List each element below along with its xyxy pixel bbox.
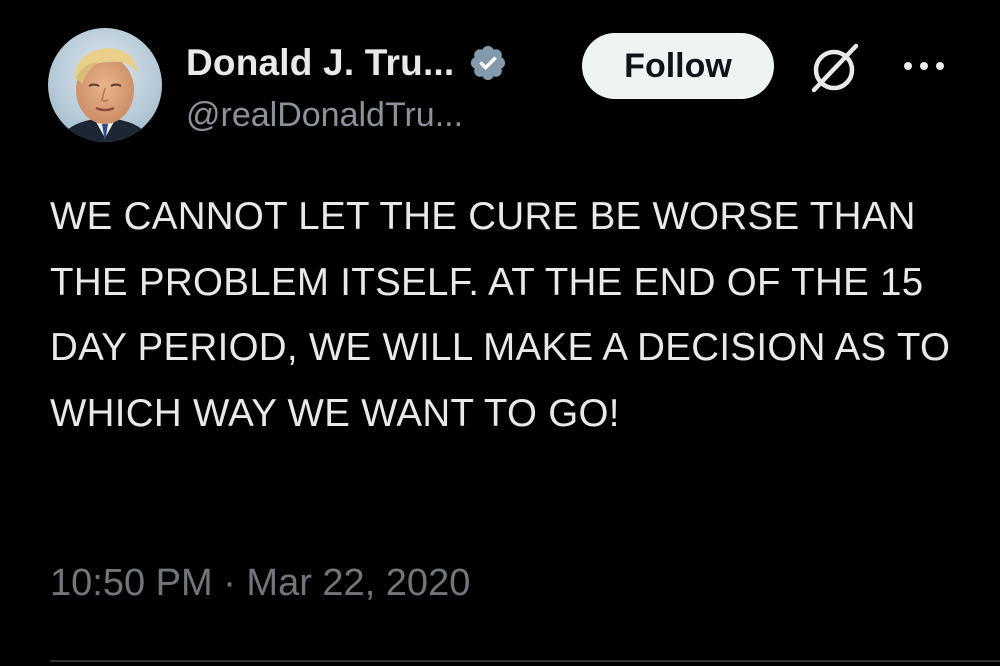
profile-photo-icon (48, 28, 162, 142)
verified-badge-icon (468, 43, 508, 83)
follow-button[interactable]: Follow (582, 33, 774, 99)
author-name-row: Donald J. Tru... (186, 38, 508, 88)
tweet: Donald J. Tru... @realDonaldTru... Follo… (0, 0, 1000, 666)
more-options-icon[interactable] (900, 56, 950, 76)
author-handle[interactable]: @realDonaldTru... (186, 96, 463, 135)
author-display-name[interactable]: Donald J. Tru... (186, 42, 454, 84)
grok-icon[interactable] (806, 40, 862, 96)
divider (50, 660, 1000, 662)
tweet-timestamp[interactable]: 10:50 PM · Mar 22, 2020 (50, 562, 470, 605)
tweet-text: WE CANNOT LET THE CURE BE WORSE THAN THE… (50, 195, 951, 435)
avatar[interactable] (48, 28, 162, 142)
